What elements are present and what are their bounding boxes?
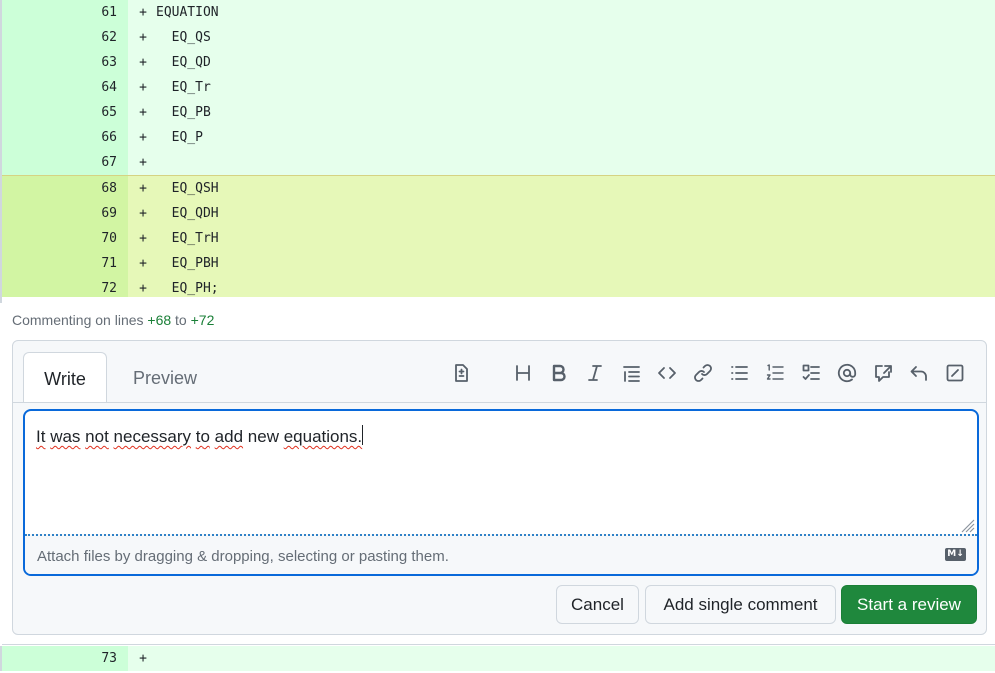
cancel-button[interactable]: Cancel xyxy=(556,585,639,624)
line-number[interactable]: 67 xyxy=(2,150,128,175)
heading-icon[interactable] xyxy=(505,361,541,385)
diff-line[interactable]: 64 + EQ_Tr xyxy=(2,75,995,100)
diff-rows-added: 61 + EQUATION 62 + EQ_QS 63 + EQ_QD 64 + EQ_Tr 65… xyxy=(2,0,995,175)
added-marker: + xyxy=(139,651,147,666)
added-marker: + xyxy=(139,105,147,120)
added-marker: + xyxy=(139,130,147,145)
diff-line[interactable]: 71 + EQ_PBH xyxy=(2,251,995,276)
resize-handle[interactable] xyxy=(959,517,975,533)
line-number[interactable]: 70 xyxy=(2,226,128,251)
unordered-list-icon[interactable] xyxy=(721,361,757,385)
tab-preview[interactable]: Preview xyxy=(107,352,217,402)
code-text: EQ_TrH xyxy=(156,231,219,246)
ordered-list-icon[interactable] xyxy=(757,361,793,385)
comment-word: It xyxy=(36,427,46,446)
line-number[interactable]: 61 xyxy=(2,0,128,25)
cross-reference-icon[interactable] xyxy=(865,361,901,385)
line-number[interactable]: 63 xyxy=(2,50,128,75)
line-number[interactable]: 65 xyxy=(2,100,128,125)
label-prefix: Commenting on lines xyxy=(12,312,148,328)
quote-icon[interactable] xyxy=(613,361,649,385)
tabs-divider xyxy=(13,402,986,403)
added-marker: + xyxy=(139,30,147,45)
line-number[interactable]: 69 xyxy=(2,201,128,226)
comment-word: necessary xyxy=(113,427,192,446)
start-review-button[interactable]: Start a review xyxy=(841,585,977,624)
diff-line[interactable]: 66 + EQ_P xyxy=(2,125,995,150)
comment-word: was xyxy=(50,427,81,446)
added-marker: + xyxy=(139,5,147,20)
diff-rows-after: 73 + xyxy=(0,646,995,671)
attach-files-bar[interactable]: Attach files by dragging & dropping, sel… xyxy=(25,534,977,574)
line-number[interactable]: 71 xyxy=(2,251,128,276)
diff-line[interactable]: 65 + EQ_PB xyxy=(2,100,995,125)
comment-body-text[interactable]: It was not necessary to add new equation… xyxy=(36,425,364,447)
label-mid: to xyxy=(171,312,191,328)
inline-comment-area: Commenting on lines +68 to +72 Write Pre… xyxy=(2,297,995,645)
attach-files-hint: Attach files by dragging & dropping, sel… xyxy=(37,548,449,565)
editor-tabs: Write Preview xyxy=(23,352,217,403)
range-start[interactable]: +68 xyxy=(147,312,171,328)
text-caret xyxy=(362,425,364,445)
comment-textarea[interactable]: It was not necessary to add new equation… xyxy=(23,409,979,576)
line-number[interactable]: 64 xyxy=(2,75,128,100)
added-marker: + xyxy=(139,155,147,170)
link-icon[interactable] xyxy=(685,361,721,385)
added-marker: + xyxy=(139,80,147,95)
code-text: EQ_P xyxy=(156,130,203,145)
markdown-toolbar xyxy=(443,361,973,385)
comment-word: new xyxy=(247,427,279,446)
diff-line[interactable]: 69 + EQ_QDH xyxy=(2,201,995,226)
markdown-icon[interactable]: M↓ xyxy=(945,548,966,561)
bold-icon[interactable] xyxy=(541,361,577,385)
diff-line[interactable]: 62 + EQ_QS xyxy=(2,25,995,50)
diff-view: 61 + EQUATION 62 + EQ_QS 63 + EQ_QD 64 + EQ_Tr 65… xyxy=(0,0,995,303)
diff-line[interactable]: 73 + xyxy=(2,646,995,671)
comment-word: add xyxy=(214,427,244,446)
diff-icon[interactable] xyxy=(443,361,479,385)
line-number[interactable]: 68 xyxy=(2,176,128,201)
diff-line[interactable]: 63 + EQ_QD xyxy=(2,50,995,75)
line-number[interactable]: 66 xyxy=(2,125,128,150)
diff-line[interactable]: 61 + EQUATION xyxy=(2,0,995,25)
code-text: EQ_QSH xyxy=(156,181,219,196)
add-single-comment-button[interactable]: Add single comment xyxy=(645,585,836,624)
mention-icon[interactable] xyxy=(829,361,865,385)
diff-rows-selected: 68 + EQ_QSH 69 + EQ_QDH 70 + EQ_TrH 71 + EQ_PBH… xyxy=(2,175,995,303)
reply-icon[interactable] xyxy=(901,361,937,385)
code-text: EQ_QS xyxy=(156,30,211,45)
comment-word: to xyxy=(195,427,210,446)
added-marker: + xyxy=(139,206,147,221)
diff-line[interactable]: 67 + xyxy=(2,150,995,175)
range-end[interactable]: +72 xyxy=(191,312,215,328)
line-number[interactable]: 73 xyxy=(2,646,128,671)
added-marker: + xyxy=(139,231,147,246)
code-text: EQ_Tr xyxy=(156,80,211,95)
comment-word: equations. xyxy=(283,427,363,446)
italic-icon[interactable] xyxy=(577,361,613,385)
tab-write[interactable]: Write xyxy=(23,352,107,403)
diff-line[interactable]: 68 + EQ_QSH xyxy=(2,176,995,201)
code-icon[interactable] xyxy=(649,361,685,385)
code-text: EQ_QDH xyxy=(156,206,219,221)
added-marker: + xyxy=(139,256,147,271)
diff-line[interactable]: 70 + EQ_TrH xyxy=(2,226,995,251)
comment-form: Write Preview It was not necessary to ad… xyxy=(12,340,987,635)
added-marker: + xyxy=(139,55,147,70)
code-text: EQ_PB xyxy=(156,105,211,120)
comment-word: not xyxy=(85,427,109,446)
code-text: EQ_QD xyxy=(156,55,211,70)
task-list-icon[interactable] xyxy=(793,361,829,385)
commenting-on-lines-label: Commenting on lines +68 to +72 xyxy=(12,312,214,328)
code-text: EQ_PBH xyxy=(156,256,219,271)
slash-commands-icon[interactable] xyxy=(937,361,973,385)
code-text: EQUATION xyxy=(156,5,219,20)
line-number[interactable]: 62 xyxy=(2,25,128,50)
added-marker: + xyxy=(139,181,147,196)
